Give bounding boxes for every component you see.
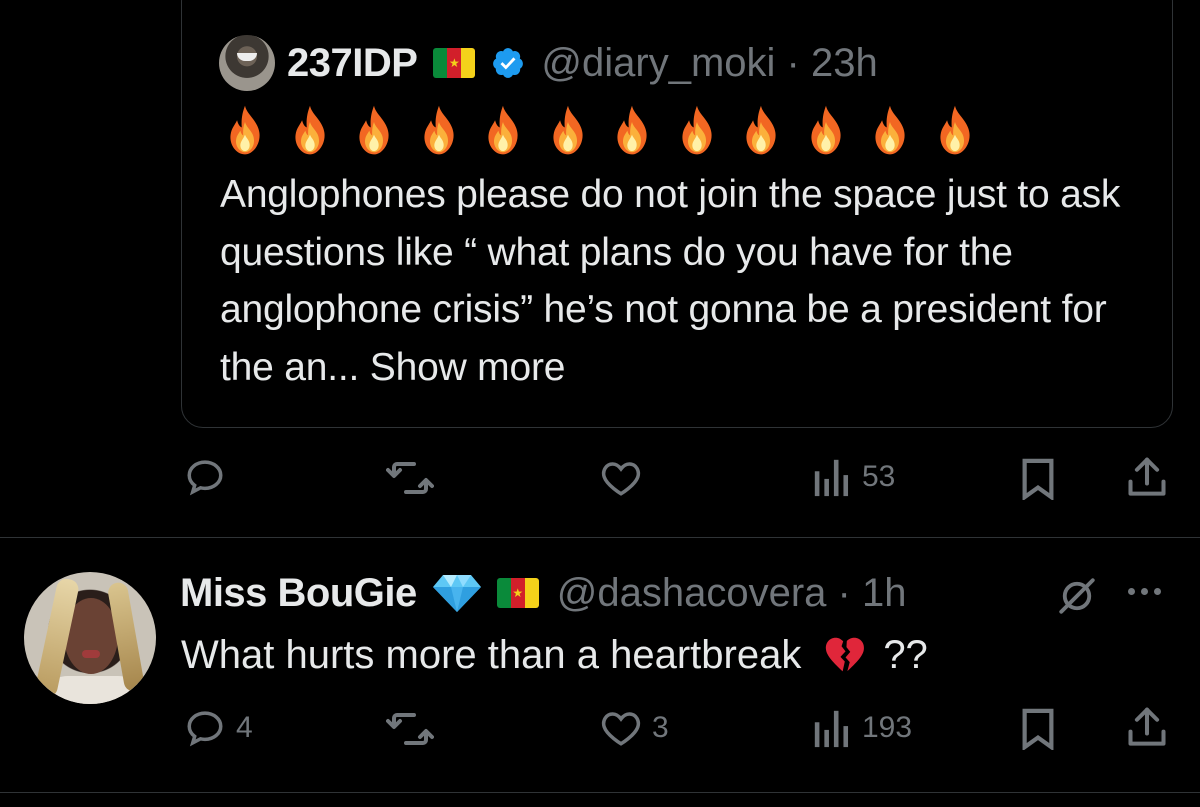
bookmark-icon (1022, 458, 1054, 500)
broken-heart-emoji-icon (823, 635, 867, 675)
avatar[interactable] (24, 572, 156, 704)
bookmark-button[interactable] (1020, 458, 1056, 500)
bookmark-button[interactable] (1020, 708, 1056, 750)
views-count: 193 (862, 711, 913, 744)
repost-button[interactable] (386, 458, 434, 498)
tweet-suffix: ?? (883, 633, 928, 677)
bookmark-icon (1022, 708, 1054, 750)
fire-emoji-icon (675, 104, 740, 162)
fire-emoji-icon (352, 104, 417, 162)
share-button[interactable] (1126, 706, 1168, 750)
more-options-icon[interactable] (1128, 588, 1161, 595)
fire-emoji-icon (610, 104, 675, 162)
tweet-divider (0, 792, 1200, 793)
quoted-tweet-header: 237IDP ★ @diary_moki · 23h (219, 35, 878, 91)
cameroon-flag-icon: ★ (433, 48, 476, 78)
show-more-link[interactable]: Show more (370, 346, 566, 389)
heart-icon (601, 462, 641, 496)
fire-emoji-icon (933, 104, 998, 162)
reply-button[interactable]: 4 (184, 707, 253, 749)
analytics-icon (814, 710, 849, 748)
share-icon (1128, 707, 1166, 746)
fire-emoji-icon (546, 104, 611, 162)
tweet-text: What hurts more than a heartbreak ?? (181, 626, 928, 684)
views-button[interactable]: 193 (812, 707, 912, 749)
quoted-tweet-text: Anglophones please do not join the space… (220, 166, 1140, 396)
reply-count: 4 (236, 711, 253, 744)
share-icon (1128, 457, 1166, 496)
fire-emoji-icon (481, 104, 546, 162)
fire-emoji-icon (417, 104, 482, 162)
like-button[interactable]: 3 (600, 708, 669, 748)
display-name[interactable]: Miss BouGie (180, 571, 417, 616)
reply-icon (187, 460, 223, 496)
quoted-handle-time[interactable]: @diary_moki · 23h (541, 41, 877, 86)
analytics-icon (814, 459, 849, 497)
repost-button[interactable] (386, 709, 434, 749)
like-count: 3 (652, 711, 669, 744)
verified-badge-icon[interactable] (491, 46, 525, 80)
fire-emoji-icon (288, 104, 353, 162)
fire-emoji-icon (868, 104, 933, 162)
heart-icon (601, 712, 641, 746)
reply-button[interactable] (184, 456, 236, 498)
fire-emoji-icon (223, 104, 288, 162)
repost-icon (386, 462, 434, 494)
handle-time[interactable]: @dashacovera · 1h (557, 571, 907, 616)
quoted-tweet-body: Anglophones please do not join the space… (220, 173, 1121, 389)
tweet-body: What hurts more than a heartbreak (181, 633, 802, 677)
gem-emoji-icon (432, 573, 481, 613)
tweet-header: Miss BouGie ★ @dashacovera · 1h (180, 566, 906, 620)
tweet-divider (0, 537, 1200, 538)
repost-icon (386, 713, 434, 745)
share-button[interactable] (1126, 456, 1168, 500)
views-count: 53 (862, 460, 896, 493)
grok-icon[interactable] (1056, 575, 1098, 617)
reply-icon (187, 711, 223, 747)
avatar[interactable] (219, 35, 275, 91)
views-button[interactable]: 53 (812, 456, 895, 498)
quoted-display-name[interactable]: 237IDP (287, 41, 418, 86)
fire-emoji-icon (739, 104, 804, 162)
cameroon-flag-icon: ★ (496, 578, 539, 608)
fire-emoji-icon (804, 104, 869, 162)
like-button[interactable] (600, 458, 642, 498)
fire-emoji-row (223, 104, 997, 162)
